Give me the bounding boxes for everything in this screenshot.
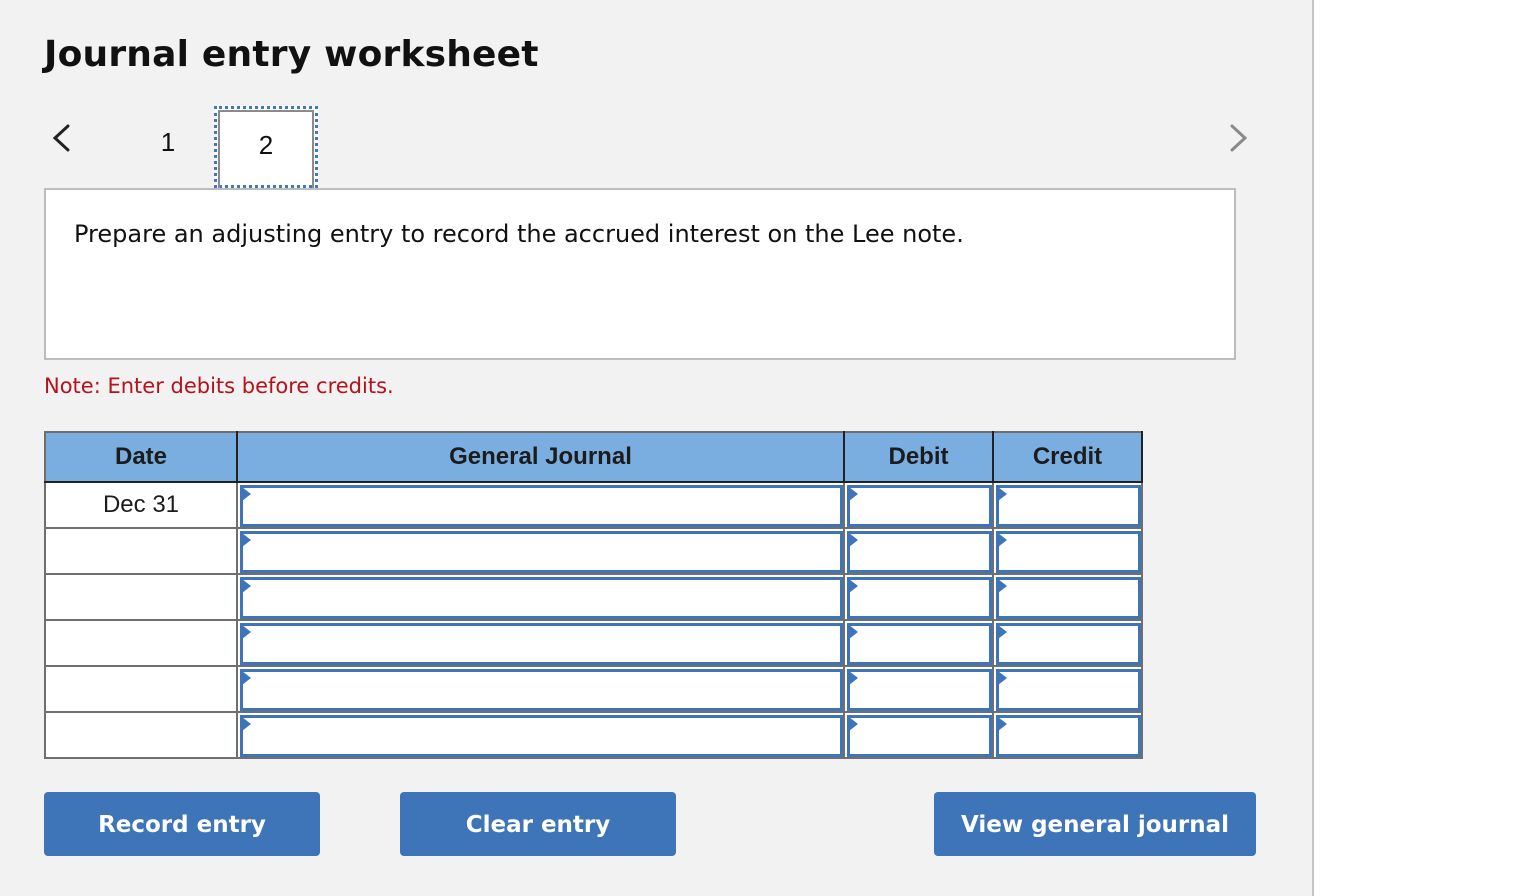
worksheet-panel: Journal entry worksheet 1 2 Prepare an a… — [0, 0, 1314, 896]
chevron-left-icon — [52, 124, 70, 152]
page-title: Journal entry worksheet — [44, 34, 539, 75]
tab-2[interactable]: 2 — [214, 106, 318, 188]
tab-2-label: 2 — [258, 130, 274, 160]
view-general-journal-button[interactable]: View general journal — [934, 792, 1256, 856]
account-input[interactable] — [240, 669, 843, 711]
prompt-text: Prepare an adjusting entry to record the… — [74, 220, 964, 248]
prompt-box: Prepare an adjusting entry to record the… — [44, 188, 1236, 360]
date-cell — [44, 665, 238, 713]
account-input[interactable] — [240, 531, 843, 573]
tab-1[interactable]: 1 — [148, 106, 188, 188]
credit-input[interactable] — [996, 485, 1141, 527]
column-header-general-journal: General Journal — [236, 431, 845, 483]
credit-input[interactable] — [996, 531, 1141, 573]
debit-input[interactable] — [847, 715, 992, 757]
column-header-credit: Credit — [992, 431, 1143, 483]
account-input[interactable] — [240, 715, 843, 757]
credit-input[interactable] — [996, 577, 1141, 619]
table-row — [44, 573, 1143, 621]
account-input[interactable] — [240, 577, 843, 619]
debit-input[interactable] — [847, 623, 992, 665]
table-row — [44, 527, 1143, 575]
table-row — [44, 665, 1143, 713]
date-cell — [44, 527, 238, 575]
credit-input[interactable] — [996, 715, 1141, 757]
date-cell — [44, 619, 238, 667]
table-row — [44, 711, 1143, 759]
date-cell — [44, 711, 238, 759]
column-header-date: Date — [44, 431, 238, 483]
credit-input[interactable] — [996, 623, 1141, 665]
journal-table: Date General Journal Debit Credit Dec 31 — [44, 431, 1143, 759]
record-entry-button[interactable]: Record entry — [44, 792, 320, 856]
tab-1-label: 1 — [160, 127, 176, 157]
next-button[interactable] — [1224, 120, 1254, 156]
account-input[interactable] — [240, 623, 843, 665]
note-text: Note: Enter debits before credits. — [44, 374, 394, 398]
clear-entry-button[interactable]: Clear entry — [400, 792, 676, 856]
date-cell — [44, 573, 238, 621]
prev-button[interactable] — [48, 120, 78, 156]
debit-input[interactable] — [847, 531, 992, 573]
debit-input[interactable] — [847, 577, 992, 619]
table-row: Dec 31 — [44, 481, 1143, 529]
table-row — [44, 619, 1143, 667]
date-cell: Dec 31 — [44, 481, 238, 529]
account-input[interactable] — [240, 485, 843, 527]
debit-input[interactable] — [847, 485, 992, 527]
debit-input[interactable] — [847, 669, 992, 711]
column-header-debit: Debit — [843, 431, 994, 483]
journal-header-row: Date General Journal Debit Credit — [44, 431, 1143, 483]
credit-input[interactable] — [996, 669, 1141, 711]
chevron-right-icon — [1230, 124, 1248, 152]
